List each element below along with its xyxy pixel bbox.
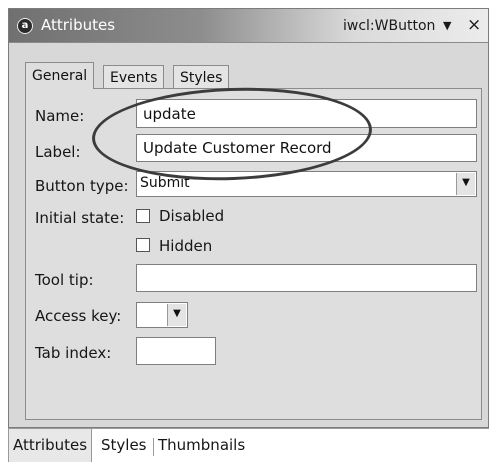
button-type-label: Button type: bbox=[35, 177, 129, 195]
chevron-down-icon[interactable]: ▼ bbox=[167, 304, 186, 326]
tab-index-label: Tab index: bbox=[35, 344, 112, 362]
access-key-label: Access key: bbox=[35, 307, 122, 325]
attributes-view: a Attributes iwcl:WButton ▼ × General Ev… bbox=[8, 8, 489, 428]
label-input[interactable] bbox=[136, 134, 477, 162]
access-key-select[interactable]: ▼ bbox=[136, 302, 188, 328]
view-title-bar[interactable]: a Attributes iwcl:WButton ▼ × bbox=[9, 9, 488, 43]
tab-general[interactable]: General bbox=[25, 62, 95, 90]
disabled-checkbox-label: Disabled bbox=[159, 207, 225, 225]
close-icon[interactable]: × bbox=[467, 15, 481, 35]
name-label: Name: bbox=[35, 107, 85, 125]
tool-tip-input[interactable] bbox=[136, 264, 477, 292]
disabled-checkbox[interactable] bbox=[136, 209, 150, 223]
chevron-down-icon[interactable]: ▼ bbox=[456, 173, 475, 195]
view-target-label: iwcl:WButton bbox=[343, 18, 436, 34]
bottom-tab-thumbnails[interactable]: Thumbnails bbox=[158, 436, 245, 454]
initial-state-label: Initial state: bbox=[35, 209, 125, 227]
bottom-view-tabs: Attributes Styles Thumbnails bbox=[8, 428, 489, 463]
hidden-checkbox[interactable] bbox=[136, 238, 150, 252]
button-type-select[interactable]: Submit ▼ bbox=[136, 171, 477, 197]
name-input[interactable] bbox=[136, 99, 477, 128]
button-type-value: Submit bbox=[140, 175, 190, 191]
view-menu-icon[interactable]: ▼ bbox=[443, 19, 451, 32]
tool-tip-label: Tool tip: bbox=[35, 271, 94, 289]
tab-separator bbox=[153, 438, 154, 456]
tab-index-input[interactable] bbox=[136, 337, 216, 365]
tab-styles[interactable]: Styles bbox=[173, 65, 230, 89]
label-label: Label: bbox=[35, 143, 81, 161]
bottom-tab-styles[interactable]: Styles bbox=[101, 436, 147, 454]
view-title: Attributes bbox=[41, 16, 116, 34]
bottom-tab-attributes[interactable]: Attributes bbox=[8, 429, 93, 462]
hidden-checkbox-label: Hidden bbox=[159, 237, 213, 255]
tab-events[interactable]: Events bbox=[103, 65, 165, 89]
attributes-icon: a bbox=[17, 18, 33, 34]
